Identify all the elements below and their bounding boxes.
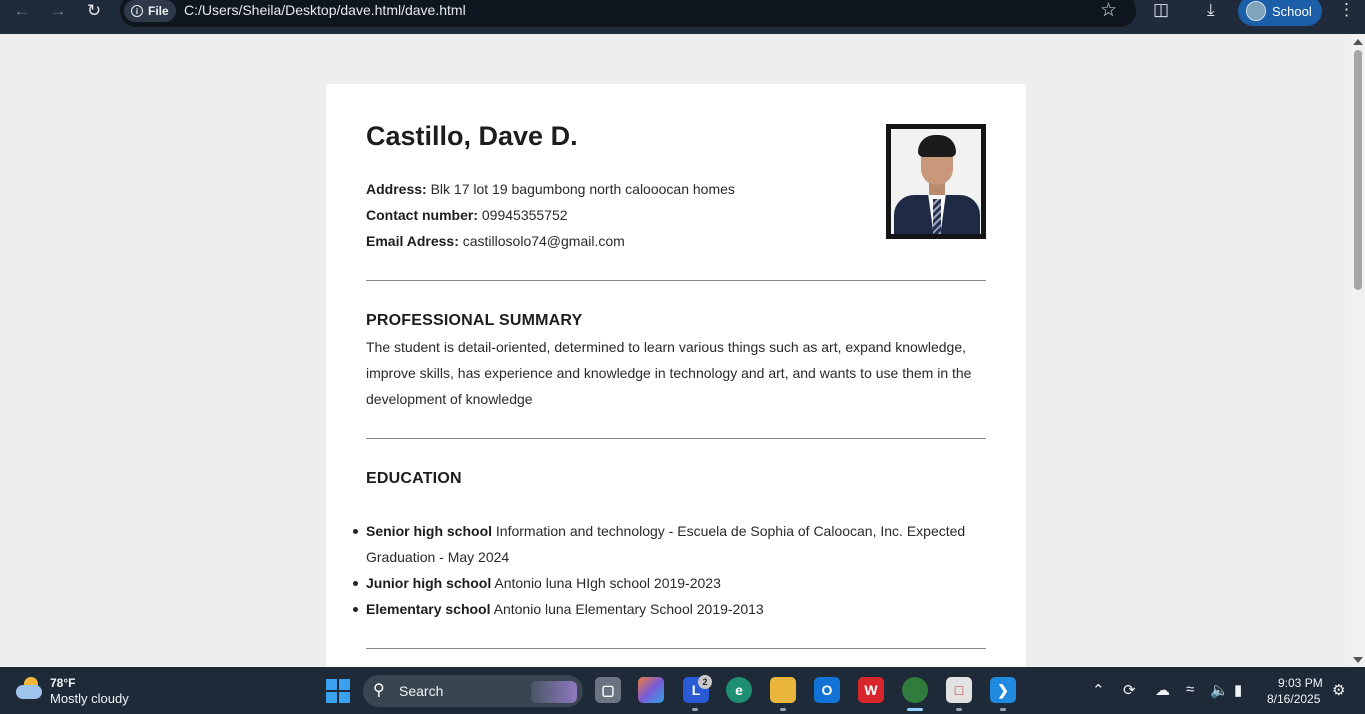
copilot-icon[interactable] (638, 677, 664, 703)
address-label: Address: (366, 181, 427, 197)
education-detail: Antonio luna Elementary School 2019-2013 (493, 601, 764, 617)
vscode-icon[interactable]: ❯ (990, 677, 1016, 703)
page-scrollbar[interactable] (1351, 34, 1365, 667)
url-text[interactable]: C:/Users/Sheila/Desktop/dave.html/dave.h… (184, 2, 466, 18)
info-icon: i (131, 5, 143, 17)
extensions-icon[interactable]: ◫ (1153, 0, 1169, 20)
clock-time[interactable]: 9:03 PM (1278, 676, 1323, 690)
profile-photo (886, 124, 986, 239)
resume-name: Castillo, Dave D. (366, 121, 578, 151)
address-line: Address: Blk 17 lot 19 bagumbong north c… (366, 181, 735, 197)
divider (366, 648, 986, 649)
avatar (1246, 1, 1266, 21)
site-info-chip[interactable]: i File (124, 0, 176, 22)
education-level: Junior high school (366, 575, 492, 591)
notification-bell-icon[interactable]: ⚙ (1332, 681, 1345, 699)
contact-value: 09945355752 (481, 207, 568, 223)
search-icon: ⚲ (373, 682, 385, 699)
chrome-icon[interactable] (902, 677, 928, 703)
profile-button[interactable]: School (1238, 0, 1322, 26)
onedrive-cloud-icon[interactable]: ☁ (1155, 681, 1170, 699)
notification-badge: 2 (698, 675, 712, 689)
running-indicator (1000, 708, 1006, 711)
education-heading: EDUCATION (366, 470, 462, 487)
contact-label: Contact number: (366, 207, 478, 223)
file-explorer-icon[interactable] (770, 677, 796, 703)
divider (366, 280, 986, 281)
chevron-up-icon[interactable]: ⌃ (1092, 681, 1105, 699)
summary-text: The student is detail-oriented, determin… (366, 339, 972, 407)
running-indicator (780, 708, 786, 711)
education-detail: Antonio luna HIgh school 2019-2023 (494, 575, 721, 591)
windows-start-icon[interactable] (326, 679, 350, 703)
search-label: Search (399, 683, 444, 699)
profile-label: School (1272, 3, 1312, 19)
scroll-down-icon[interactable] (1353, 657, 1363, 663)
email-line: Email Adress: castillosolo74@gmail.com (366, 233, 625, 249)
email-label: Email Adress: (366, 233, 459, 249)
education-level: Elementary school (366, 601, 491, 617)
email-value: castillosolo74@gmail.com (462, 233, 625, 249)
bookmark-star-icon[interactable]: ☆ (1100, 0, 1117, 22)
menu-kebab-icon[interactable]: ⋮ (1338, 0, 1355, 20)
clock-date[interactable]: 8/16/2025 (1267, 692, 1320, 706)
address-value: Blk 17 lot 19 bagumbong north calooocan … (430, 181, 735, 197)
running-indicator (956, 708, 962, 711)
battery-icon[interactable]: ▮ (1234, 681, 1242, 699)
active-indicator (907, 708, 923, 711)
wifi-icon[interactable]: ≈ (1186, 681, 1194, 698)
search-highlight-icon (531, 681, 577, 703)
snipping-tool-icon[interactable]: □ (946, 677, 972, 703)
list-item: Junior high school Antonio luna HIgh sch… (353, 570, 986, 596)
scroll-thumb[interactable] (1354, 50, 1362, 290)
volume-icon[interactable]: 🔈 (1210, 681, 1229, 699)
education-list: Senior high school Information and techn… (353, 518, 986, 622)
list-item: Senior high school Information and techn… (353, 518, 986, 570)
running-indicator (692, 708, 698, 711)
browser-toolbar: ← → ↻ i File C:/Users/Sheila/Desktop/dav… (0, 0, 1365, 34)
task-view-icon[interactable]: ▢ (595, 677, 621, 703)
weather-condition[interactable]: Mostly cloudy (50, 691, 129, 706)
edge-browser-icon[interactable]: e (726, 677, 752, 703)
scroll-up-icon[interactable] (1353, 39, 1363, 45)
windows-taskbar: 78°F Mostly cloudy ⚲ Search ▢ L 2 e O W … (0, 667, 1365, 714)
weather-temperature[interactable]: 78°F (50, 676, 75, 690)
divider (366, 438, 986, 439)
summary-heading: PROFESSIONAL SUMMARY (366, 312, 583, 329)
forward-arrow-icon[interactable]: → (43, 0, 73, 22)
taskbar-search[interactable]: ⚲ Search (363, 675, 583, 707)
resume-card: Castillo, Dave D. Address: Blk 17 lot 19… (326, 84, 1026, 684)
list-item: Elementary school Antonio luna Elementar… (353, 596, 986, 622)
outlook-icon[interactable]: O (814, 677, 840, 703)
contact-line: Contact number: 09945355752 (366, 207, 568, 223)
wps-office-icon[interactable]: W (858, 677, 884, 703)
reload-icon[interactable]: ↻ (79, 0, 109, 22)
sync-icon[interactable]: ⟳ (1123, 681, 1136, 699)
weather-cloud-icon[interactable] (16, 677, 44, 701)
download-icon[interactable]: ⤓ (1207, 0, 1215, 20)
back-arrow-icon[interactable]: ← (7, 0, 37, 22)
education-level: Senior high school (366, 523, 493, 539)
file-chip-label: File (148, 4, 169, 18)
